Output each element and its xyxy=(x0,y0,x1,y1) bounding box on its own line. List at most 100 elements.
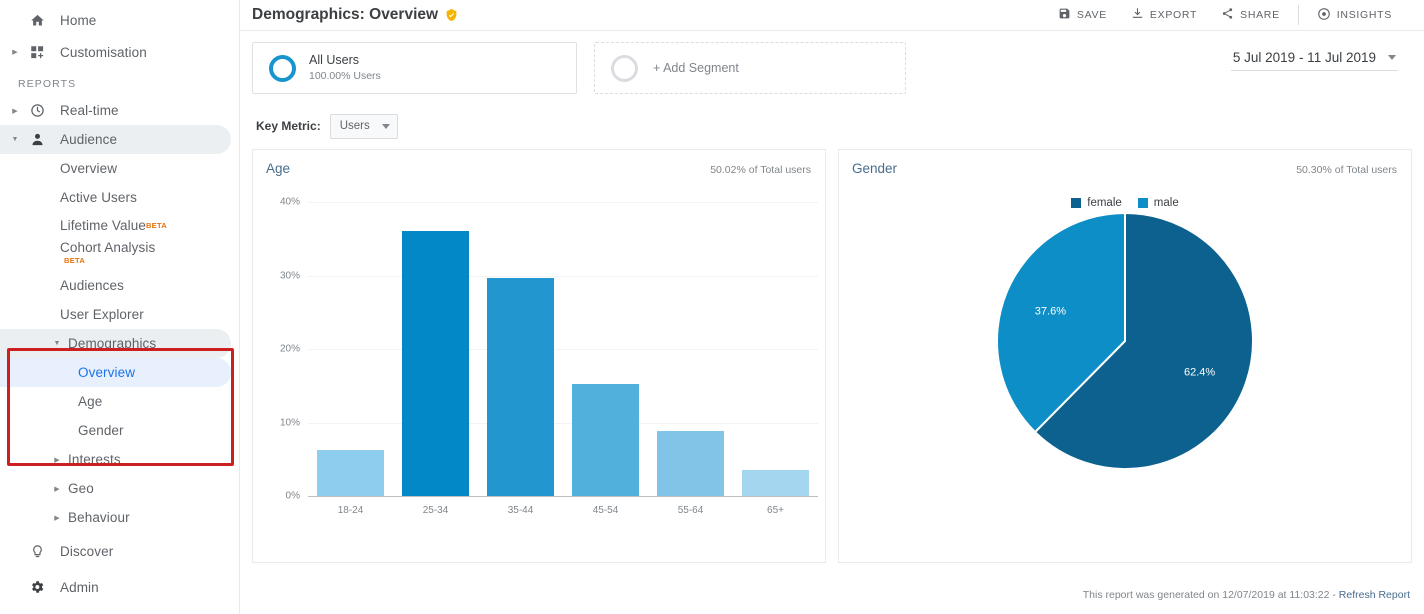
bar[interactable] xyxy=(317,449,384,496)
insights-button[interactable]: INSIGHTS xyxy=(1305,4,1404,27)
chevron-down-icon: ▼ xyxy=(11,136,19,143)
sidebar-item-label: Gender xyxy=(78,423,124,438)
analytics-app: ▶ Home ▶ Customisation REPORTS ▶ xyxy=(0,0,1424,614)
sidebar-item-demographics-gender[interactable]: ▶ Gender xyxy=(0,416,231,445)
key-metric-select[interactable]: Users xyxy=(329,113,398,139)
chevron-right-icon: ▶ xyxy=(54,485,60,493)
sidebar-item-overview[interactable]: ▶ Overview xyxy=(0,154,231,183)
export-button-label: EXPORT xyxy=(1149,9,1198,21)
sidebar-item-cohort-analysis[interactable]: ▶ Cohort Analysis BETA xyxy=(0,239,231,271)
legend-swatch xyxy=(1071,198,1082,208)
home-icon xyxy=(24,13,50,28)
share-icon xyxy=(1221,7,1234,23)
sidebar-item-behaviour[interactable]: ▶ ▶ Behaviour xyxy=(0,503,231,532)
legend-item[interactable]: female xyxy=(1071,197,1122,209)
sidebar: ▶ Home ▶ Customisation REPORTS ▶ xyxy=(0,0,240,614)
content-area: All Users 100.00% Users + Add Segment 5 … xyxy=(240,30,1424,614)
sidebar-item-admin[interactable]: ▶ Admin xyxy=(0,571,231,603)
age-panel-header: Age 50.02% of Total users xyxy=(253,150,825,176)
lightbulb-icon xyxy=(24,544,50,559)
legend-label: male xyxy=(1153,197,1179,209)
key-metric-row: Key Metric: Users xyxy=(252,94,1412,140)
gender-panel-total: 50.30% of Total users xyxy=(1296,164,1397,176)
segment-name: All Users xyxy=(309,52,360,67)
sidebar-item-geo[interactable]: ▶ ▶ Geo xyxy=(0,474,231,503)
sidebar-item-audiences[interactable]: ▶ Audiences xyxy=(0,271,231,300)
legend-label: female xyxy=(1087,197,1122,209)
insights-button-label: INSIGHTS xyxy=(1336,9,1392,21)
sidebar-item-label: Interests xyxy=(68,452,121,467)
gender-legend: female male xyxy=(839,176,1411,209)
chevron-down-icon: ▼ xyxy=(53,340,61,347)
date-range-selector[interactable]: 5 Jul 2019 - 11 Jul 2019 xyxy=(1230,47,1398,71)
pie-graphic: 62.4% 37.6% xyxy=(996,211,1254,470)
gear-icon xyxy=(24,579,50,595)
save-icon xyxy=(1058,7,1071,23)
add-segment-button[interactable]: + Add Segment xyxy=(594,42,906,94)
sidebar-item-label: Active Users xyxy=(60,190,137,205)
sidebar-item-interests[interactable]: ▶ ▶ Interests xyxy=(0,445,231,474)
sidebar-item-active-users[interactable]: ▶ Active Users xyxy=(0,183,231,212)
sidebar-item-label: Customisation xyxy=(60,44,147,60)
y-axis-tick-label: 20% xyxy=(279,343,300,355)
pie-slice-label: 62.4% xyxy=(1184,367,1215,379)
gridline: 30% xyxy=(280,270,818,281)
page-title: Demographics: Overview xyxy=(248,6,458,24)
bar[interactable] xyxy=(487,277,554,496)
segment-subtext: 100.00% Users xyxy=(309,70,381,83)
sidebar-item-label: Overview xyxy=(78,365,136,380)
clock-icon xyxy=(24,103,50,118)
chevron-right-icon: ▶ xyxy=(54,456,60,464)
age-panel-title[interactable]: Age xyxy=(266,161,290,176)
sidebar-item-user-explorer[interactable]: ▶ User Explorer xyxy=(0,300,231,329)
sidebar-item-customisation[interactable]: ▶ Customisation xyxy=(0,36,231,68)
segment-all-users[interactable]: All Users 100.00% Users xyxy=(252,42,577,94)
customisation-icon xyxy=(24,45,50,60)
y-axis-tick-label: 10% xyxy=(279,417,300,428)
save-button[interactable]: SAVE xyxy=(1046,4,1119,26)
sidebar-item-demographics-overview[interactable]: ▶ Overview xyxy=(0,358,231,387)
x-axis-tick-label: 35-44 xyxy=(507,505,534,516)
gridline: 40% xyxy=(280,197,818,208)
x-axis-tick-label: 18-24 xyxy=(337,505,364,516)
sidebar-item-label: Admin xyxy=(60,579,99,595)
top-bar-actions: SAVE EXPORT SHARE INSIGHTS xyxy=(1046,4,1416,27)
sidebar-item-audience[interactable]: ▼ Audience xyxy=(0,125,231,154)
sidebar-item-demographics-age[interactable]: ▶ Age xyxy=(0,387,231,416)
sidebar-item-label: Home xyxy=(60,12,97,28)
sidebar-item-lifetime-value[interactable]: ▶ Lifetime Value BETA xyxy=(0,212,231,239)
gender-panel-title[interactable]: Gender xyxy=(852,161,897,176)
chevron-right-icon: ▶ xyxy=(12,107,18,115)
beta-badge: BETA xyxy=(64,256,86,265)
segment-ring-icon xyxy=(269,54,296,82)
gridline: 20% xyxy=(280,344,818,355)
bar[interactable] xyxy=(572,384,639,496)
beta-badge: BETA xyxy=(145,221,168,230)
share-button[interactable]: SHARE xyxy=(1209,4,1292,26)
sidebar-item-home[interactable]: ▶ Home xyxy=(0,4,231,36)
gridline: 10% xyxy=(280,417,818,428)
bar[interactable] xyxy=(742,470,809,496)
chevron-right-icon: ▶ xyxy=(12,49,18,56)
legend-item[interactable]: male xyxy=(1137,197,1179,209)
refresh-report-link[interactable]: Refresh Report xyxy=(1339,589,1410,601)
x-axis-tick-label: 55-64 xyxy=(677,505,704,516)
report-footer: This report was generated on 12/07/2019 … xyxy=(1083,589,1410,601)
segment-text: All Users 100.00% Users xyxy=(296,53,381,84)
sidebar-item-label: Geo xyxy=(68,481,94,496)
sidebar-item-demographics[interactable]: ▶ ▼ Demographics xyxy=(0,329,231,358)
sidebar-item-real-time[interactable]: ▶ Real-time xyxy=(0,96,231,125)
pie-slice-label: 37.6% xyxy=(1035,305,1066,317)
age-panel-total: 50.02% of Total users xyxy=(710,164,811,176)
age-bar-chart: 0% 10% 20% 30% 40% 18-24 25-34 35-44 45-54 55-64 6… xyxy=(253,176,825,536)
sidebar-item-discover[interactable]: ▶ Discover xyxy=(0,535,231,567)
bar[interactable] xyxy=(657,431,724,496)
y-axis-tick-label: 0% xyxy=(285,490,300,502)
sidebar-section-reports: REPORTS xyxy=(18,78,77,90)
save-button-label: SAVE xyxy=(1076,9,1107,21)
add-segment-ring-icon xyxy=(611,54,638,82)
export-button[interactable]: EXPORT xyxy=(1119,4,1209,26)
bar[interactable] xyxy=(402,230,469,496)
sidebar-item-label: Audience xyxy=(60,132,118,147)
toolbar-divider xyxy=(1297,5,1299,25)
